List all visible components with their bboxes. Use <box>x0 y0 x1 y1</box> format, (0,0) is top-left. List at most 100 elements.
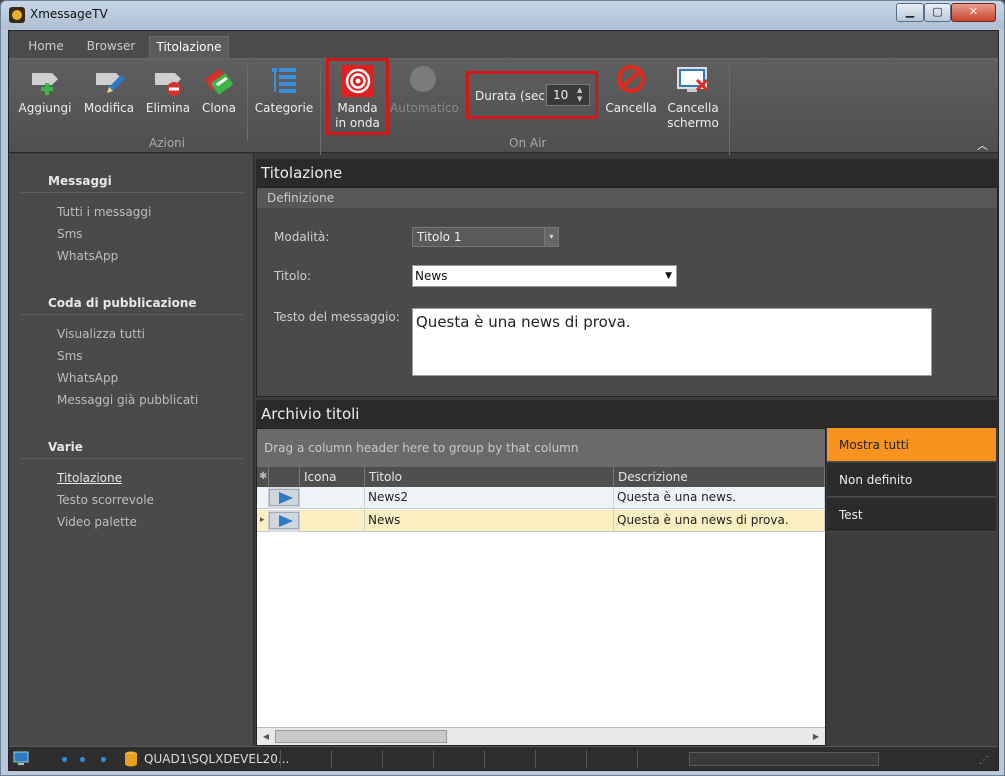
descrizione-cell[interactable]: Questa è una news. <box>614 487 825 509</box>
list-icon <box>268 65 300 97</box>
table-row[interactable]: News2 Questa è una news. <box>257 487 825 509</box>
nav-item-video-palette[interactable]: Video palette <box>57 515 137 529</box>
send-line2: in onda <box>335 116 380 130</box>
descrizione-cell[interactable]: Questa è una news di prova. <box>614 510 825 532</box>
delete-button[interactable]: Elimina <box>143 65 193 116</box>
cancel-button[interactable]: Cancella <box>604 65 658 116</box>
send-line1: Manda <box>337 101 378 115</box>
clone-button[interactable]: Clona <box>197 65 241 116</box>
monitor-icon <box>13 751 29 765</box>
chevron-down-icon: ▾ <box>544 228 558 246</box>
nav-item-queue-whatsapp[interactable]: WhatsApp <box>57 371 118 385</box>
message-text-label: Testo del messaggio: <box>274 310 400 324</box>
status-divider <box>535 750 536 768</box>
category-test[interactable]: Test <box>827 498 996 532</box>
edit-message-icon <box>93 65 125 97</box>
category-undefined[interactable]: Non definito <box>827 463 996 497</box>
add-message-icon <box>29 65 61 97</box>
clear-screen-line2: schermo <box>667 116 719 130</box>
nav-item-view-all[interactable]: Visualizza tutti <box>57 327 145 341</box>
nav-item-scrolling-text[interactable]: Testo scorrevole <box>57 493 154 507</box>
titolo-cell[interactable]: News <box>365 510 614 532</box>
edit-button-label: Modifica <box>83 101 135 115</box>
definition-panel: Definizione Modalità: Titolo 1 ▾ Titolo:… <box>256 187 998 397</box>
status-divider <box>586 750 587 768</box>
tab-browser[interactable]: Browser <box>79 36 143 58</box>
maximize-button[interactable]: ▢ <box>924 3 951 22</box>
titolazione-title: Titolazione <box>256 159 998 187</box>
clear-screen-button[interactable]: Cancella schermo <box>663 65 723 131</box>
resize-grip-icon[interactable]: ⋰ <box>979 755 989 766</box>
nav-item-all-messages[interactable]: Tutti i messaggi <box>57 205 151 219</box>
title-dropdown[interactable]: News ▼ <box>412 265 677 287</box>
actions-group-label: Azioni <box>149 136 186 150</box>
add-button-label: Aggiungi <box>18 101 72 115</box>
icon-cell <box>300 510 365 532</box>
app-icon <box>9 7 25 23</box>
column-header-icona[interactable]: Icona <box>300 467 365 487</box>
left-navigation: Messaggi Tutti i messaggi Sms WhatsApp C… <box>9 154 254 746</box>
nav-item-published[interactable]: Messaggi già pubblicati <box>57 393 198 407</box>
scroll-left-icon[interactable]: ◀ <box>259 730 273 743</box>
duration-stepper[interactable]: 10 ▲ ▼ <box>546 84 590 106</box>
nav-item-queue-sms[interactable]: Sms <box>57 349 83 363</box>
title-label: Titolo: <box>274 269 312 283</box>
minimize-button[interactable]: ▁ <box>896 3 924 22</box>
ribbon-collapse-icon[interactable]: ︿ <box>977 137 988 153</box>
add-button[interactable]: Aggiungi <box>15 65 75 116</box>
status-dot <box>62 757 67 762</box>
table-row-selected[interactable]: ▸ News Questa è una news di prova. <box>257 510 825 532</box>
database-icon <box>125 751 137 767</box>
ribbon-panel: Aggiungi Modifica Elimina Clona Categori… <box>9 58 998 155</box>
status-progress <box>689 752 879 766</box>
column-header-descrizione[interactable]: Descrizione <box>614 467 825 487</box>
categories-button[interactable]: Categorie <box>254 65 314 116</box>
status-dot <box>101 757 106 762</box>
tab-home[interactable]: Home <box>19 36 73 58</box>
spin-up-arrow-icon[interactable]: ▲ <box>577 86 587 95</box>
mode-label: Modalità: <box>274 230 330 244</box>
mode-dropdown[interactable]: Titolo 1 ▾ <box>412 227 559 247</box>
ribbon-group-separator <box>320 65 321 155</box>
horizontal-scrollbar[interactable]: ◀ ▶ <box>257 727 825 745</box>
nav-item-titolazione[interactable]: Titolazione <box>57 471 122 485</box>
play-icon[interactable] <box>269 512 299 529</box>
chevron-down-icon: ▼ <box>665 271 672 281</box>
nav-divider <box>21 314 243 315</box>
titolo-cell[interactable]: News2 <box>365 487 614 509</box>
status-divider <box>280 750 281 768</box>
status-divider <box>484 750 485 768</box>
onair-group-label: On Air <box>509 136 547 150</box>
category-show-all[interactable]: Mostra tutti <box>827 428 996 462</box>
nav-item-whatsapp[interactable]: WhatsApp <box>57 249 118 263</box>
play-icon[interactable] <box>269 489 299 506</box>
row-indicator <box>257 487 269 509</box>
client-area: Home Browser Titolazione Aggiungi Modifi… <box>8 30 999 771</box>
delete-message-icon <box>152 65 184 97</box>
automatic-label: Automatico <box>390 101 459 115</box>
status-divider <box>637 750 638 768</box>
clear-screen-icon <box>677 65 709 97</box>
clear-screen-line1: Cancella <box>667 101 719 115</box>
group-by-panel[interactable]: Drag a column header here to group by th… <box>257 429 825 467</box>
nav-item-sms[interactable]: Sms <box>57 227 83 241</box>
scroll-thumb[interactable] <box>275 730 447 743</box>
spin-down-arrow-icon[interactable]: ▼ <box>577 95 587 104</box>
title-bar: XmessageTV ▁ ▢ ✕ <box>1 1 1004 29</box>
edit-button[interactable]: Modifica <box>79 65 139 116</box>
close-button[interactable]: ✕ <box>951 3 996 22</box>
send-on-air-button[interactable]: Manda in onda <box>330 65 385 131</box>
ribbon-tabs: Home Browser Titolazione <box>9 31 998 58</box>
automatic-button[interactable]: Automatico <box>390 65 459 116</box>
column-header-blank[interactable] <box>269 467 300 487</box>
scroll-right-icon[interactable]: ▶ <box>809 730 823 743</box>
nav-head-messages: Messaggi <box>48 174 112 188</box>
cancel-label: Cancella <box>605 101 657 115</box>
duration-label: Durata (sec.) <box>475 89 554 103</box>
nav-head-misc: Varie <box>48 440 83 454</box>
status-dot <box>80 757 85 762</box>
tab-titolazione[interactable]: Titolazione <box>149 36 229 58</box>
nav-head-queue: Coda di pubblicazione <box>48 296 197 310</box>
column-header-titolo[interactable]: Titolo <box>365 467 614 487</box>
message-text-field[interactable]: Questa è una news di prova. <box>412 308 932 376</box>
